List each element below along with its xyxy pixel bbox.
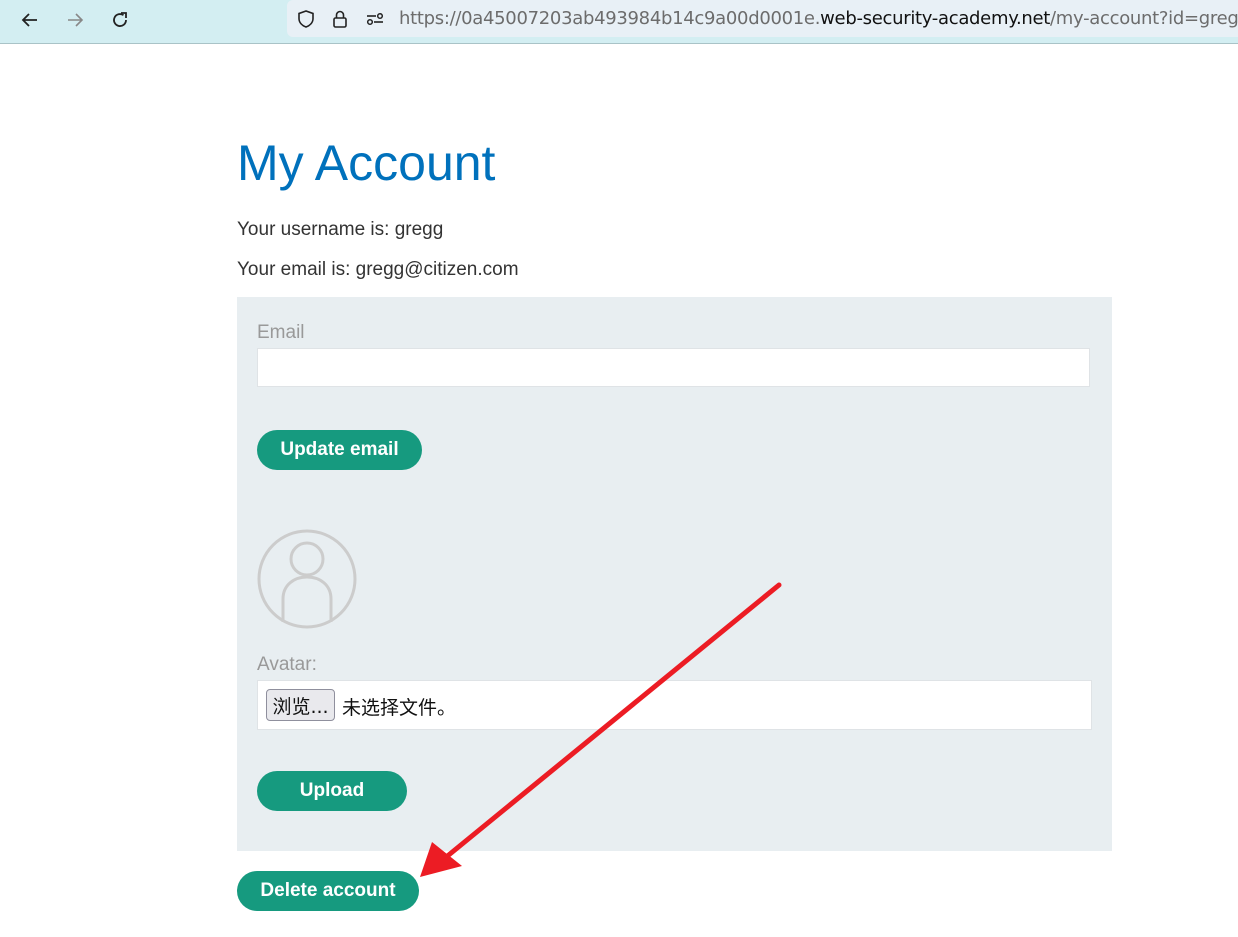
user-avatar-icon (257, 529, 357, 629)
arrow-right-icon (68, 13, 84, 27)
browse-button[interactable]: 浏览... (266, 689, 335, 721)
email-label: Email (257, 322, 305, 343)
url-prefix: https://0a45007203ab493984b14c9a00d0001e… (399, 8, 821, 29)
reload-button[interactable] (105, 6, 135, 34)
url-path: /my-account?id=gregg (1050, 8, 1238, 29)
shield-icon[interactable] (295, 8, 317, 30)
delete-account-button[interactable]: Delete account (237, 871, 419, 911)
url-bar[interactable]: https://0a45007203ab493984b14c9a00d0001e… (287, 0, 1238, 37)
email-text: Your email is: gregg@citizen.com (237, 259, 519, 280)
browser-toolbar: https://0a45007203ab493984b14c9a00d0001e… (0, 0, 1238, 44)
account-forms-panel: Email Update email Avatar: 浏览... 未选择文件。 … (237, 297, 1112, 851)
no-file-text: 未选择文件。 (342, 697, 457, 719)
page-title: My Account (237, 135, 496, 191)
back-button[interactable] (15, 6, 45, 34)
forward-button[interactable] (60, 6, 90, 34)
email-input[interactable] (257, 348, 1090, 387)
reload-icon (113, 12, 127, 27)
lock-icon[interactable] (329, 8, 351, 30)
avatar-label: Avatar: (257, 654, 317, 675)
url-host: web-security-academy.net (820, 8, 1051, 29)
arrow-left-icon (21, 13, 37, 27)
username-text: Your username is: gregg (237, 219, 444, 240)
avatar-file-input[interactable]: 浏览... 未选择文件。 (257, 680, 1092, 730)
update-email-button[interactable]: Update email (257, 430, 422, 470)
permissions-icon[interactable] (364, 8, 386, 30)
url-text[interactable]: https://0a45007203ab493984b14c9a00d0001e… (399, 8, 1238, 29)
upload-button[interactable]: Upload (257, 771, 407, 811)
